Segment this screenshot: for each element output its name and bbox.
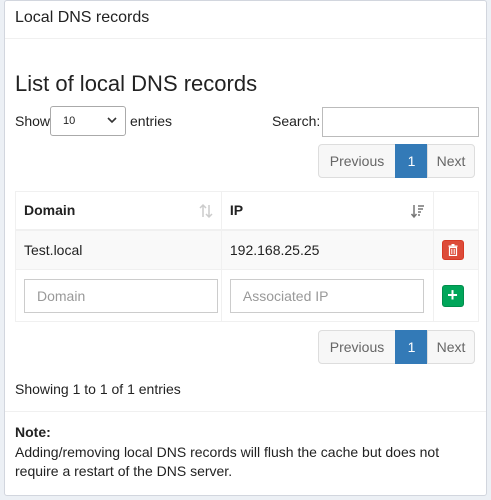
trash-icon — [448, 243, 458, 256]
entries-label: entries — [130, 113, 173, 129]
entries-length-select[interactable]: 10 — [50, 106, 126, 136]
chevron-down-icon — [107, 117, 117, 124]
sort-desc-icon — [410, 205, 424, 219]
sort-both-icon — [199, 203, 213, 219]
cell-add: + — [432, 269, 480, 322]
column-header-ip[interactable]: IP — [220, 191, 434, 231]
column-header-domain-label: Domain — [24, 202, 76, 219]
cell-actions — [432, 229, 480, 270]
plus-icon: + — [447, 285, 458, 305]
add-record-row: Domain Associated IP + — [15, 269, 480, 322]
column-header-actions — [432, 191, 480, 231]
note-section: Note: Adding/removing local DNS records … — [5, 411, 486, 496]
page-1-button[interactable]: 1 — [395, 330, 428, 364]
entries-length-value: 10 — [63, 115, 76, 127]
table-row: Test.local 192.168.25.25 — [15, 229, 480, 270]
domain-input[interactable]: Domain — [24, 278, 218, 313]
column-header-ip-label: IP — [229, 202, 244, 219]
associated-ip-input[interactable]: Associated IP — [229, 278, 424, 313]
next-button[interactable]: Next — [427, 144, 475, 178]
search-label: Search: — [272, 113, 321, 129]
search-input[interactable] — [322, 107, 479, 137]
cell-ip: 192.168.25.25 — [220, 229, 434, 270]
delete-record-button[interactable] — [441, 239, 464, 260]
page-1-button[interactable]: 1 — [395, 144, 428, 178]
table-info: Showing 1 to 1 of 1 entries — [15, 381, 181, 397]
pagination-bottom: Previous 1 Next — [318, 330, 475, 364]
previous-button[interactable]: Previous — [318, 330, 396, 364]
column-header-domain[interactable]: Domain — [15, 191, 222, 231]
dns-records-box: Local DNS records List of local DNS reco… — [4, 0, 487, 496]
next-button[interactable]: Next — [427, 330, 475, 364]
add-record-button[interactable]: + — [441, 284, 464, 307]
previous-button[interactable]: Previous — [318, 144, 396, 178]
pagination-top: Previous 1 Next — [318, 144, 475, 178]
cell-ip-input: Associated IP — [220, 269, 434, 322]
note-title: Note: — [15, 424, 51, 440]
note-text: Adding/removing local DNS records will f… — [15, 444, 440, 479]
box-header: Local DNS records — [5, 1, 486, 39]
show-label: Show — [15, 113, 51, 129]
cell-domain: Test.local — [15, 229, 222, 270]
dns-records-table: Domain IP Test.local 192.168.25.25 Domai… — [15, 191, 480, 322]
list-title: List of local DNS records — [15, 71, 258, 96]
cell-domain-input: Domain — [15, 269, 222, 322]
box-title: Local DNS records — [15, 9, 150, 26]
